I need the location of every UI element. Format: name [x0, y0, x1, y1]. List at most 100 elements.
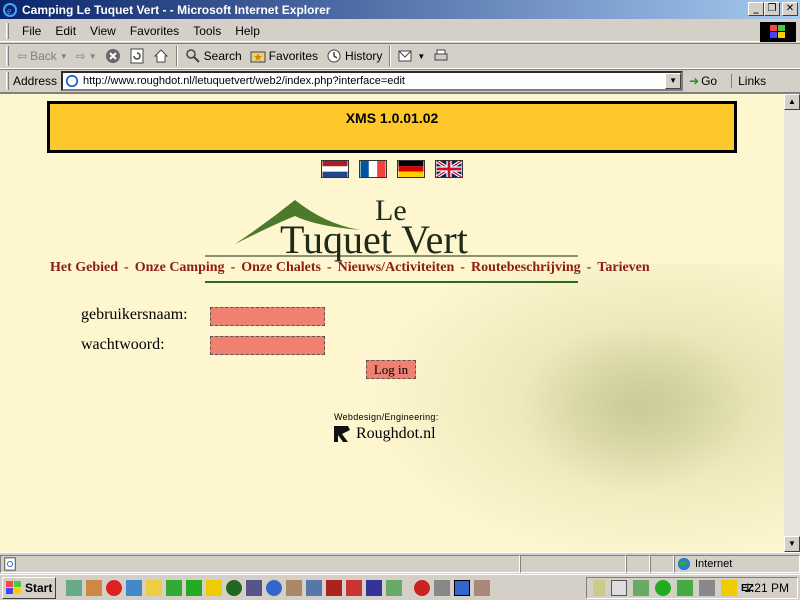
tray-icon[interactable]	[655, 580, 671, 596]
dutch-flag-icon[interactable]	[321, 160, 349, 178]
roughdot-logo-icon	[334, 426, 350, 442]
scroll-down-button[interactable]: ▼	[784, 536, 800, 552]
tray-icon[interactable]	[677, 580, 693, 596]
app-icon[interactable]	[226, 579, 242, 596]
task-icon[interactable]	[434, 579, 450, 596]
password-input[interactable]	[210, 336, 325, 355]
chevron-down-icon: ▼	[417, 51, 426, 61]
app-icon[interactable]	[306, 579, 322, 596]
tray-icon[interactable]	[721, 580, 737, 596]
history-button[interactable]: History	[322, 45, 386, 67]
address-dropdown-button[interactable]: ▼	[665, 72, 682, 89]
nav-onze-camping[interactable]: Onze Camping	[135, 260, 225, 275]
app-icon[interactable]	[166, 579, 182, 596]
menu-bar: File Edit View Favorites Tools Help	[0, 20, 800, 42]
search-button[interactable]: Search	[181, 45, 246, 67]
app-icon[interactable]	[366, 579, 382, 596]
home-button[interactable]	[149, 45, 173, 67]
nav-nieuws-activiteiten[interactable]: Nieuws/Activiteiten	[338, 260, 455, 275]
german-flag-icon[interactable]	[397, 160, 425, 178]
back-button[interactable]: ⇦ Back ▼	[13, 45, 72, 67]
app-icon[interactable]	[326, 579, 342, 596]
ie-icon: e	[3, 2, 17, 17]
globe-icon	[677, 557, 691, 570]
xms-version: XMS 1.0.01.02	[345, 110, 439, 126]
app-icon[interactable]	[286, 579, 302, 596]
opera-icon[interactable]	[106, 579, 122, 596]
app-icon[interactable]	[86, 579, 102, 596]
window-title: Camping Le Tuquet Vert - - Microsoft Int…	[22, 2, 331, 17]
restore-button[interactable]: ❐	[764, 2, 780, 16]
menu-view[interactable]: View	[83, 24, 123, 38]
app-icon[interactable]	[186, 579, 202, 596]
menu-favorites[interactable]: Favorites	[123, 24, 186, 38]
app-icon[interactable]	[246, 579, 262, 596]
refresh-icon	[130, 48, 144, 64]
task-icon[interactable]	[474, 579, 490, 596]
uk-flag-icon[interactable]	[435, 160, 463, 178]
favorites-icon	[250, 51, 266, 63]
security-zone: Internet	[674, 554, 800, 573]
site-nav: Het Gebied - Onze Camping - Onze Chalets - Nie…	[50, 260, 650, 275]
vertical-scrollbar[interactable]: ▲ ▼	[784, 92, 800, 552]
nav-het-gebied[interactable]: Het Gebied	[50, 260, 118, 275]
xms-banner: XMS 1.0.01.02	[47, 101, 737, 153]
close-button[interactable]: ✕	[782, 2, 798, 16]
nav-routebeschrijving[interactable]: Routebeschrijving	[471, 260, 581, 275]
search-icon	[185, 49, 200, 63]
mail-button[interactable]: ▼	[394, 45, 429, 67]
app-icon[interactable]	[206, 579, 222, 596]
clock[interactable]: 1:21 PM	[744, 581, 789, 595]
tray-icon[interactable]	[699, 580, 715, 596]
app-icon[interactable]	[266, 579, 282, 596]
credit-label: Webdesign/Engineering:	[334, 412, 439, 422]
username-input[interactable]	[210, 307, 325, 326]
start-button[interactable]: Start	[2, 576, 56, 599]
address-input[interactable]: http://www.roughdot.nl/letuquetvert/web2…	[61, 70, 684, 91]
chevron-down-icon: ▼	[88, 51, 97, 61]
back-arrow-icon: ⇦	[17, 49, 28, 63]
forward-arrow-icon: ⇨	[75, 49, 86, 63]
go-arrow-icon: ➜	[689, 73, 700, 88]
home-icon	[153, 49, 168, 63]
taskbar: Start EZ 1:21 PM	[0, 574, 800, 600]
app-icon[interactable]	[66, 579, 82, 596]
nav-onze-chalets[interactable]: Onze Chalets	[241, 260, 321, 275]
tray-icon[interactable]	[633, 580, 649, 596]
mail-icon	[398, 50, 412, 62]
logo-title: Tuquet Vert	[280, 217, 468, 262]
forward-button[interactable]: ⇨ ▼	[72, 45, 101, 67]
address-url: http://www.roughdot.nl/letuquetvert/web2…	[83, 74, 405, 87]
opera-task-icon[interactable]	[414, 579, 430, 596]
ie-task-icon[interactable]	[454, 579, 470, 596]
go-button[interactable]: ➜ Go	[689, 74, 717, 88]
menu-help[interactable]: Help	[228, 24, 267, 38]
windows-logo-icon	[760, 22, 796, 42]
app-icon[interactable]	[386, 579, 402, 596]
print-button[interactable]	[429, 45, 453, 67]
stop-button[interactable]	[101, 45, 125, 67]
menu-file[interactable]: File	[15, 24, 48, 38]
french-flag-icon[interactable]	[359, 160, 387, 178]
windows-flag-icon	[6, 580, 21, 594]
menu-tools[interactable]: Tools	[186, 24, 228, 38]
menu-edit[interactable]: Edit	[48, 24, 83, 38]
title-bar: e Camping Le Tuquet Vert - - Microsoft I…	[0, 0, 800, 19]
system-tray: EZ 1:21 PM	[586, 577, 798, 599]
tray-icon[interactable]	[611, 580, 627, 596]
credit-name: Roughdot.nl	[356, 425, 436, 442]
folder-icon[interactable]	[146, 579, 162, 596]
nav-tarieven[interactable]: Tarieven	[597, 260, 649, 275]
roughdot-link[interactable]: Roughdot.nl	[332, 424, 436, 444]
favorites-button[interactable]: Favorites	[246, 45, 322, 67]
scroll-up-button[interactable]: ▲	[784, 94, 800, 110]
links-button[interactable]: Links	[731, 73, 766, 88]
minimize-button[interactable]: _	[748, 2, 764, 16]
app-icon[interactable]	[346, 579, 362, 596]
refresh-button[interactable]	[125, 45, 149, 67]
volume-icon[interactable]	[593, 580, 605, 596]
address-bar: Address http://www.roughdot.nl/letuquetv…	[0, 69, 800, 91]
login-button[interactable]: Log in	[366, 360, 416, 379]
app-icon[interactable]	[126, 579, 142, 596]
language-flags	[321, 160, 463, 178]
